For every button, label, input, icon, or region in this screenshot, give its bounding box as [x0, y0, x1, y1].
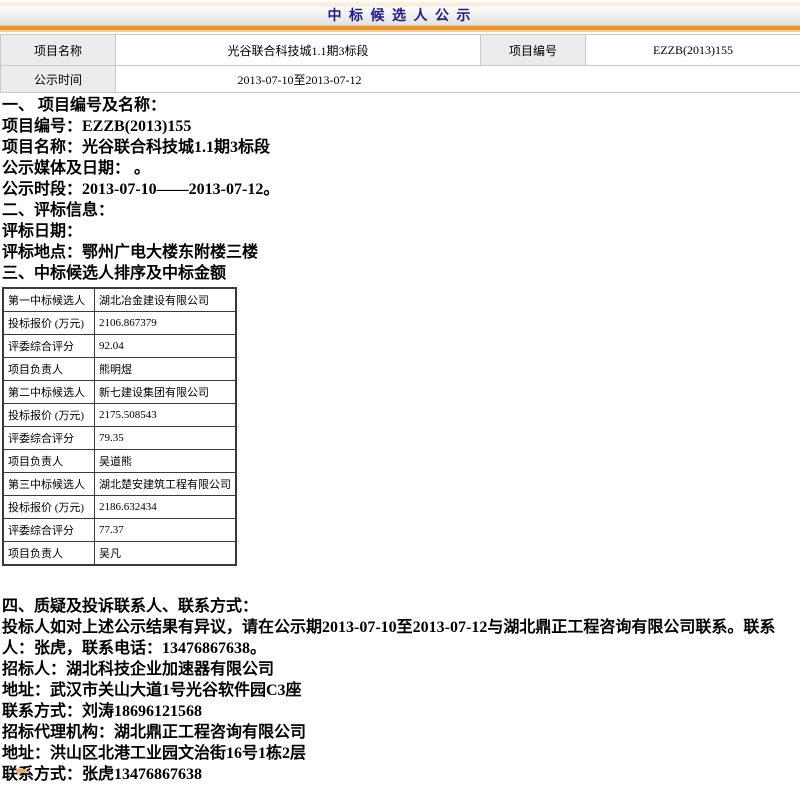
section3-heading: 三、中标候选人排序及中标金额 [2, 263, 800, 284]
score-value: 79.35 [95, 427, 237, 450]
section-gap [0, 566, 800, 596]
project-info-table: 项目名称 光谷联合科技城1.1期3标段 项目编号 EZZB(2013)155 公… [0, 34, 800, 93]
evaluation-date-line: 评标日期： [2, 221, 800, 242]
score-label: 评委综合评分 [3, 519, 95, 542]
score-value: 77.37 [95, 519, 237, 542]
publicity-time-cell: 2013-07-10至2013-07-12 [116, 66, 800, 93]
agency-contact-line: 联系方式：张虎13476867638 [2, 764, 800, 785]
cutoff-footer-fragment [16, 769, 27, 773]
table-row: 评委综合评分 79.35 [3, 427, 236, 450]
table-row: 项目负责人 吴道熊 [3, 450, 236, 473]
objection-paragraph: 投标人如对上述公示结果有异议，请在公示期2013-07-10至2013-07-1… [2, 617, 800, 659]
bid-price-label: 投标报价 (万元) [3, 312, 95, 335]
score-label: 评委综合评分 [3, 335, 95, 358]
candidate1-label: 第一中标候选人 [3, 288, 95, 312]
tenderer-line: 招标人：湖北科技企业加速器有限公司 [2, 659, 800, 680]
table-row: 公示时间 2013-07-10至2013-07-12 [1, 66, 800, 93]
project-name-line: 项目名称：光谷联合科技城1.1期3标段 [2, 137, 800, 158]
bid-price-label: 投标报价 (万元) [3, 404, 95, 427]
table-row: 评委综合评分 92.04 [3, 335, 236, 358]
agency-line: 招标代理机构：湖北鼎正工程咨询有限公司 [2, 722, 800, 743]
table-row: 项目负责人 熊明煜 [3, 358, 236, 381]
candidate3-label: 第三中标候选人 [3, 473, 95, 496]
contact-section: 四、质疑及投诉联系人、联系方式： 投标人如对上述公示结果有异议，请在公示期201… [0, 596, 800, 785]
project-name-value: 光谷联合科技城1.1期3标段 [116, 35, 481, 66]
manager-value: 吴凡 [95, 542, 237, 566]
publicity-period-line: 公示时段：2013-07-10——2013-07-12。 [2, 179, 800, 200]
table-row: 第三中标候选人 湖北楚安建筑工程有限公司 [3, 473, 236, 496]
project-name-label: 项目名称 [1, 35, 116, 66]
score-value: 92.04 [95, 335, 237, 358]
manager-label: 项目负责人 [3, 542, 95, 566]
candidates-table: 第一中标候选人 湖北冶金建设有限公司 投标报价 (万元) 2106.867379… [2, 287, 237, 566]
section1-heading: 一、 项目编号及名称： [2, 95, 800, 116]
table-row: 评委综合评分 77.37 [3, 519, 236, 542]
announcement-page: { "colors": { "accent_orange": "#F0941F"… [0, 0, 800, 773]
manager-label: 项目负责人 [3, 358, 95, 381]
publicity-time-label: 公示时间 [1, 66, 116, 93]
table-row: 投标报价 (万元) 2106.867379 [3, 312, 236, 335]
section2-heading: 二、评标信息： [2, 200, 800, 221]
bid-price-label: 投标报价 (万元) [3, 496, 95, 519]
publicity-media-line: 公示媒体及日期： 。 [2, 158, 800, 179]
candidate1-value: 湖北冶金建设有限公司 [95, 288, 237, 312]
manager-value: 熊明煜 [95, 358, 237, 381]
table-row: 第一中标候选人 湖北冶金建设有限公司 [3, 288, 236, 312]
project-no-value: EZZB(2013)155 [586, 35, 800, 66]
table-row: 项目负责人 吴凡 [3, 542, 236, 566]
tenderer-contact-line: 联系方式：刘涛18696121568 [2, 701, 800, 722]
project-no-label: 项目编号 [481, 35, 586, 66]
score-label: 评委综合评分 [3, 427, 95, 450]
publicity-time-value: 2013-07-10至2013-07-12 [117, 71, 482, 88]
candidate2-value: 新七建设集团有限公司 [95, 381, 237, 404]
manager-value: 吴道熊 [95, 450, 237, 473]
agency-address-line: 地址：洪山区北港工业园文治街16号1栋2层 [2, 743, 800, 764]
project-no-line: 项目编号：EZZB(2013)155 [2, 116, 800, 137]
bid-price-value: 2175.508543 [95, 404, 237, 427]
table-row: 投标报价 (万元) 2175.508543 [3, 404, 236, 427]
manager-label: 项目负责人 [3, 450, 95, 473]
candidate2-label: 第二中标候选人 [3, 381, 95, 404]
candidate3-value: 湖北楚安建筑工程有限公司 [95, 473, 237, 496]
table-row: 第二中标候选人 新七建设集团有限公司 [3, 381, 236, 404]
table-row: 项目名称 光谷联合科技城1.1期3标段 项目编号 EZZB(2013)155 [1, 35, 800, 66]
page-title: 中 标 候 选 人 公 示 [0, 8, 800, 25]
section4-heading: 四、质疑及投诉联系人、联系方式： [2, 596, 800, 617]
bid-price-value: 2106.867379 [95, 312, 237, 335]
table-row: 投标报价 (万元) 2186.632434 [3, 496, 236, 519]
bid-price-value: 2186.632434 [95, 496, 237, 519]
evaluation-place-line: 评标地点：鄂州广电大楼东附楼三楼 [2, 242, 800, 263]
body-section: 一、 项目编号及名称： 项目编号：EZZB(2013)155 项目名称：光谷联合… [0, 93, 800, 284]
tenderer-address-line: 地址：武汉市关山大道1号光谷软件园C3座 [2, 680, 800, 701]
